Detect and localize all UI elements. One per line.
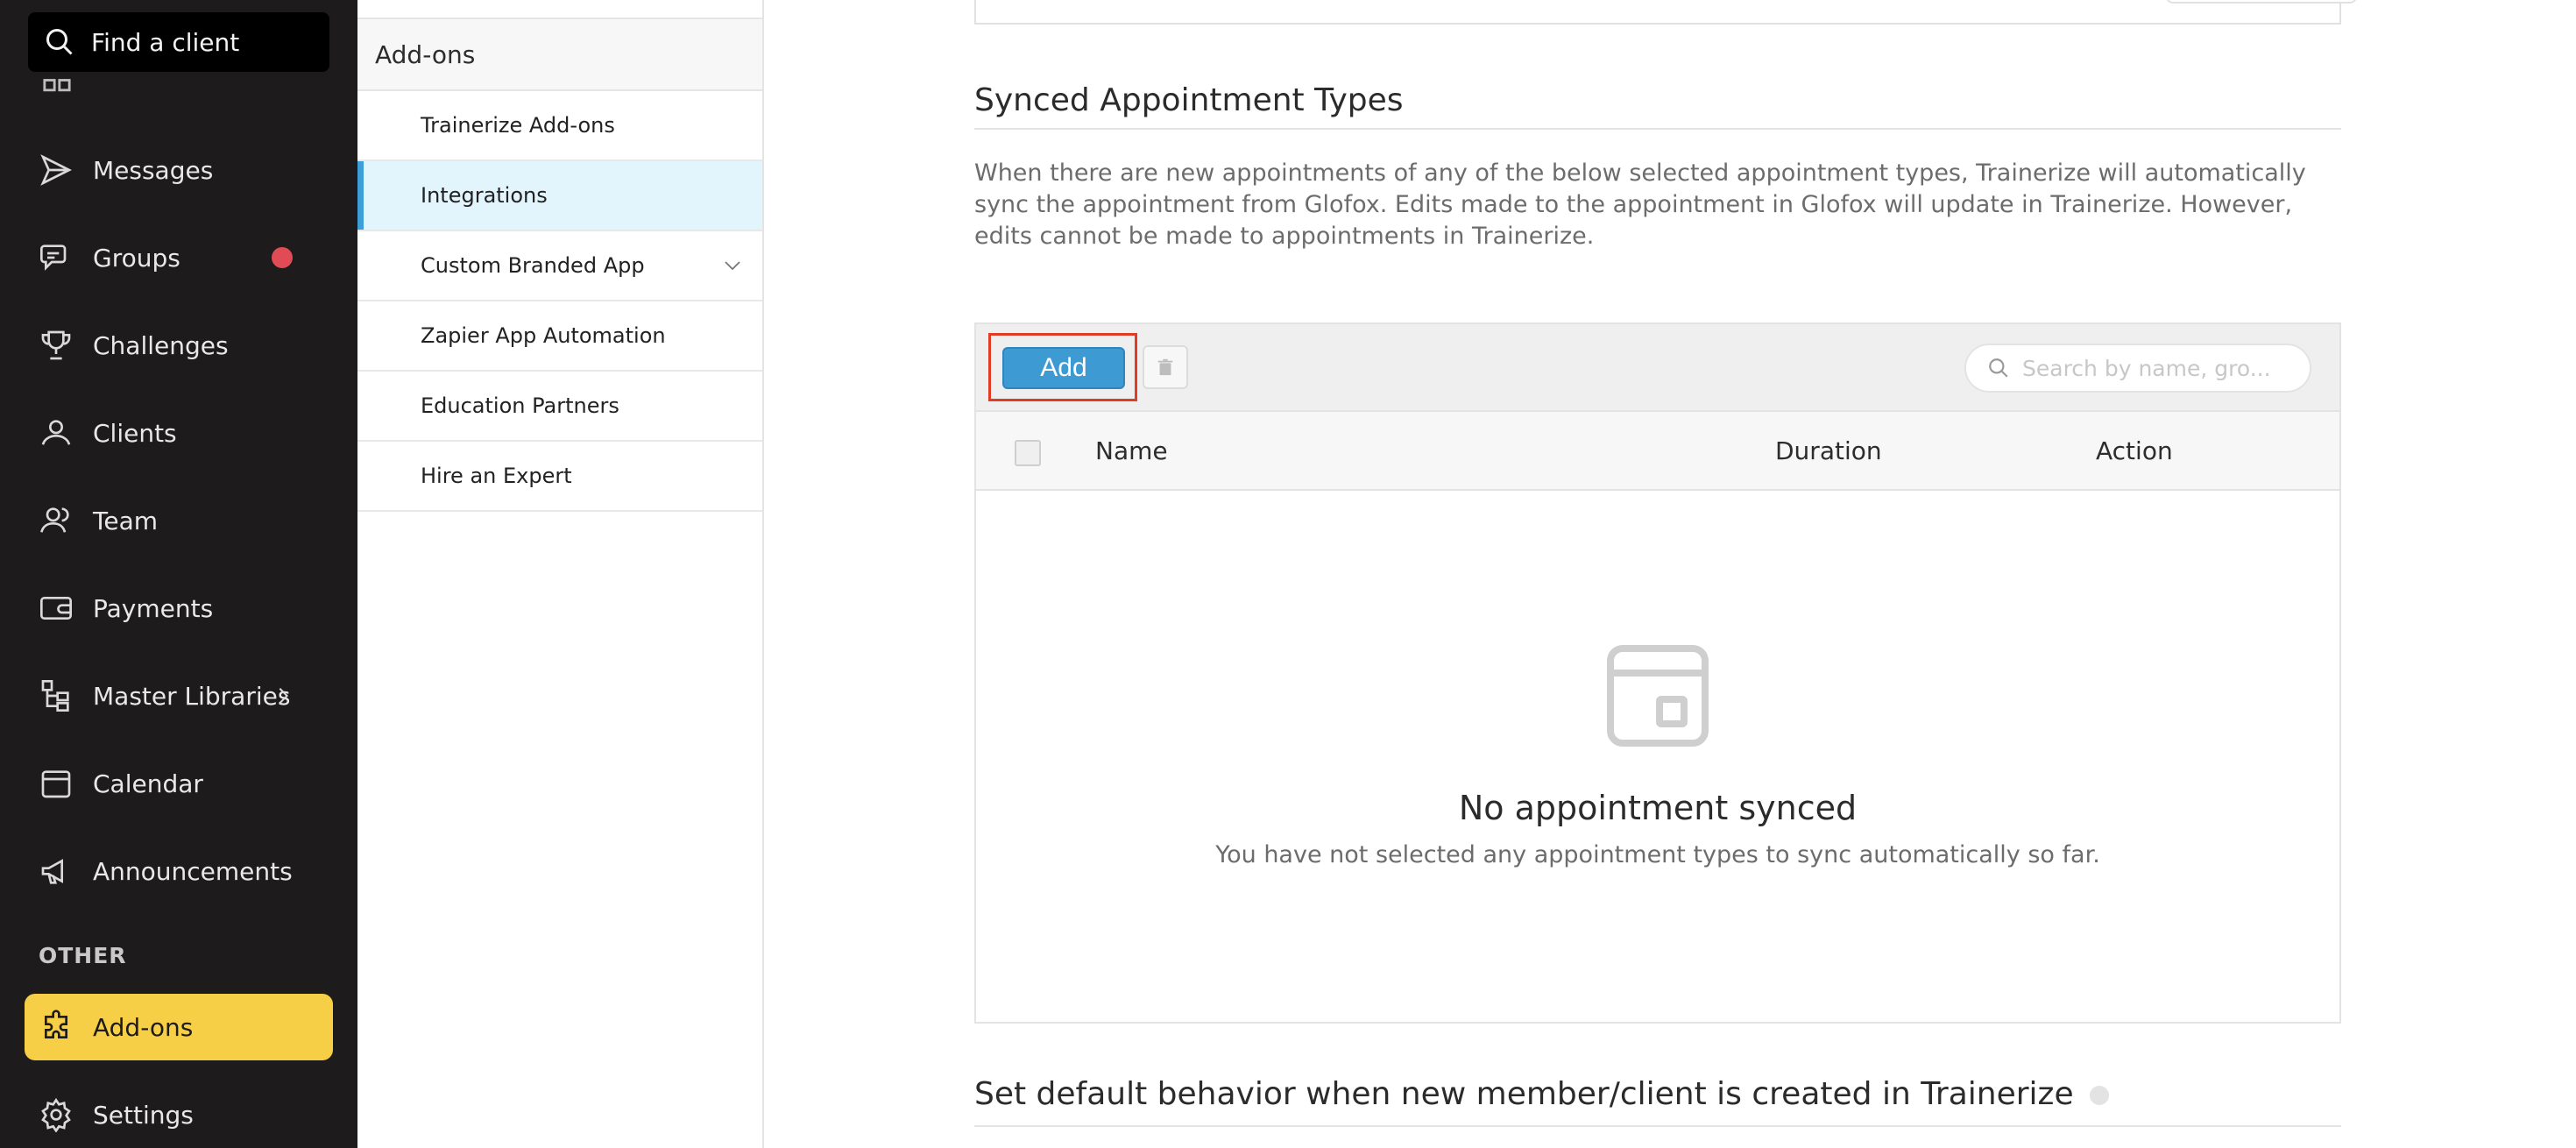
default-behavior-title: Set default behavior when new member/cli… — [974, 1076, 2074, 1112]
submenu-item-hire-expert[interactable]: Hire an Expert — [357, 442, 762, 512]
find-client-label: Find a client — [91, 27, 240, 57]
library-icon — [41, 680, 69, 712]
empty-state: No appointment synced You have not selec… — [976, 493, 2339, 1022]
trophy-icon — [41, 330, 71, 360]
clients-icon — [41, 420, 71, 445]
nav-challenges-label: Challenges — [93, 330, 229, 360]
find-client-search[interactable]: Find a client — [28, 12, 329, 72]
table-search-input[interactable] — [2022, 355, 2285, 381]
chevron-down-icon — [725, 261, 740, 271]
team-icon — [40, 507, 69, 533]
submenu-item-label: Trainerize Add-ons — [421, 113, 615, 138]
submenu-item-label: Education Partners — [421, 393, 619, 418]
nav-payments-label: Payments — [93, 593, 214, 623]
table-toolbar: Add — [976, 324, 2339, 410]
previous-section-box — [974, 0, 2341, 25]
submenu-item-label: Custom Branded App — [421, 253, 645, 278]
select-all-checkbox[interactable] — [1015, 440, 1041, 466]
groups-notification-badge — [272, 247, 293, 268]
nav-master-libraries-label: Master Libraries — [93, 681, 291, 711]
submenu-item-custom-branded-app[interactable]: Custom Branded App — [357, 231, 762, 301]
nav-team[interactable]: Team — [25, 487, 333, 554]
empty-state-title: No appointment synced — [1458, 789, 1858, 827]
nav-payments[interactable]: Payments — [25, 575, 333, 641]
appointment-types-table: Add Name Duration Action No appointment … — [974, 322, 2341, 1024]
nav-addons-label: Add-ons — [93, 1012, 194, 1042]
submenu-item-label: Integrations — [421, 183, 548, 208]
wallet-icon — [40, 597, 72, 620]
nav-settings-label: Settings — [93, 1100, 194, 1130]
synced-description: When there are new appointments of any o… — [974, 159, 2306, 250]
submenu-item-zapier[interactable]: Zapier App Automation — [357, 301, 762, 372]
dashboard-icon — [43, 79, 71, 92]
addons-submenu: Add-ons Trainerize Add-ons Integrations … — [357, 0, 764, 1148]
main-sidebar: Find a client Messages Groups Challenges… — [0, 0, 357, 1148]
nav-addons[interactable]: Add-ons — [25, 994, 333, 1060]
nav-settings[interactable]: Settings — [25, 1081, 333, 1148]
submenu-item-trainerize-addons[interactable]: Trainerize Add-ons — [357, 91, 762, 161]
submenu-item-education-partners[interactable]: Education Partners — [357, 372, 762, 442]
nav-groups[interactable]: Groups — [25, 224, 333, 291]
nav-challenges[interactable]: Challenges — [25, 312, 333, 379]
chevron-right-icon — [279, 688, 289, 704]
column-duration[interactable]: Duration — [1775, 436, 1882, 465]
chat-group-icon — [40, 244, 67, 271]
nav-messages[interactable]: Messages — [25, 137, 333, 203]
column-action: Action — [2096, 436, 2173, 465]
nav-groups-label: Groups — [93, 243, 180, 273]
nav-messages-label: Messages — [93, 155, 214, 185]
nav-announcements-label: Announcements — [93, 856, 293, 886]
submenu-title: Add-ons — [357, 19, 762, 91]
search-icon — [1989, 358, 2008, 378]
submenu-item-label: Hire an Expert — [421, 464, 572, 488]
megaphone-icon — [41, 859, 63, 884]
nav-calendar-label: Calendar — [93, 769, 203, 798]
empty-state-subtitle: You have not selected any appointment ty… — [1215, 841, 2100, 868]
trash-icon — [1157, 358, 1173, 376]
add-button[interactable]: Add — [1002, 347, 1125, 389]
default-behavior-title-row: Set default behavior when new member/cli… — [974, 1076, 2109, 1112]
help-icon[interactable] — [2089, 1086, 2109, 1105]
synced-appointment-title: Synced Appointment Types — [974, 82, 1404, 118]
submenu-item-label: Zapier App Automation — [421, 323, 666, 348]
nav-clients-label: Clients — [93, 418, 177, 448]
top-input-edge[interactable] — [2166, 0, 2357, 4]
gear-icon — [41, 1097, 71, 1132]
empty-calendar-icon — [1607, 645, 1709, 747]
nav-announcements[interactable]: Announcements — [25, 838, 333, 904]
delete-button[interactable] — [1143, 345, 1188, 389]
nav-team-label: Team — [93, 506, 159, 535]
search-icon — [46, 29, 73, 55]
submenu-item-integrations[interactable]: Integrations — [357, 161, 762, 231]
puzzle-icon — [45, 1010, 67, 1038]
calendar-icon — [41, 770, 71, 798]
table-search[interactable] — [1964, 344, 2311, 393]
nav-clients[interactable]: Clients — [25, 400, 333, 466]
table-header: Name Duration Action — [976, 410, 2339, 491]
nav-calendar[interactable]: Calendar — [25, 750, 333, 817]
main-content: Synced Appointment Types When there are … — [764, 0, 2576, 1148]
column-name[interactable]: Name — [1095, 436, 1168, 465]
section-label-other: OTHER — [39, 943, 127, 968]
nav-master-libraries[interactable]: Master Libraries — [25, 663, 333, 729]
send-icon — [40, 154, 72, 186]
